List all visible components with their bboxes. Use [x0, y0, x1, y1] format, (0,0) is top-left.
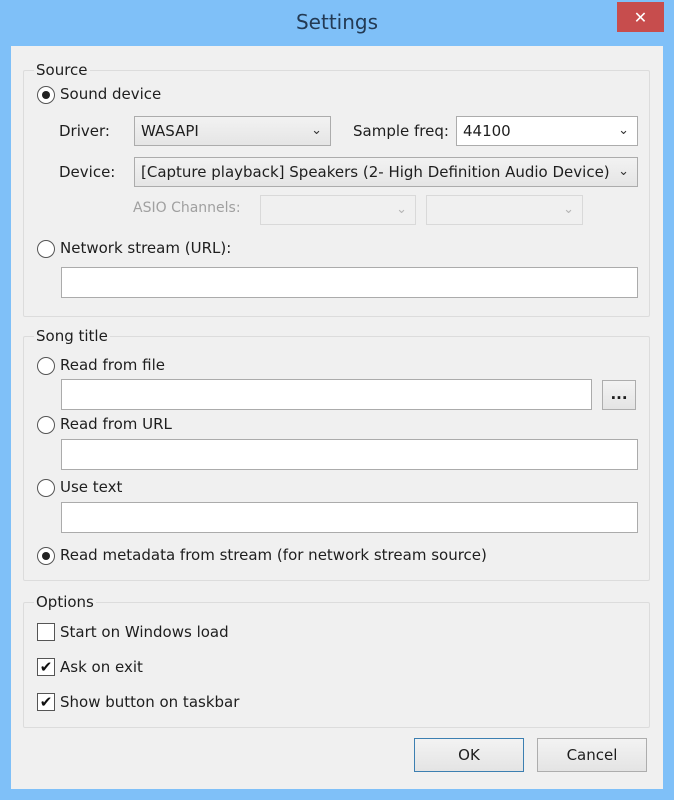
title-bar[interactable]: Settings ✕	[0, 0, 674, 46]
ask-on-exit-checkbox[interactable]: ✔	[37, 658, 55, 676]
driver-select[interactable]: WASAPI ⌄	[134, 116, 331, 146]
show-button-on-taskbar-checkbox[interactable]: ✔	[37, 693, 55, 711]
sample-freq-label: Sample freq:	[353, 122, 449, 140]
use-text-input[interactable]	[61, 502, 638, 533]
driver-label: Driver:	[59, 122, 110, 140]
ok-button[interactable]: OK	[414, 738, 524, 772]
driver-value: WASAPI	[141, 122, 199, 140]
read-from-file-radio[interactable]	[37, 357, 55, 375]
start-on-windows-load-checkbox[interactable]	[37, 623, 55, 641]
read-from-url-label[interactable]: Read from URL	[60, 415, 172, 433]
window-title: Settings	[295, 10, 379, 34]
chevron-down-icon: ⌄	[396, 202, 407, 217]
network-stream-url-input[interactable]	[61, 267, 638, 298]
read-metadata-radio[interactable]	[37, 547, 55, 565]
checkmark-icon: ✔	[39, 658, 53, 676]
close-icon: ✕	[633, 7, 648, 27]
ask-on-exit-label[interactable]: Ask on exit	[60, 658, 143, 676]
asio-channel-left-select: ⌄	[260, 195, 416, 225]
read-metadata-label[interactable]: Read metadata from stream (for network s…	[60, 546, 487, 564]
sound-device-label[interactable]: Sound device	[60, 85, 161, 103]
chevron-down-icon: ⌄	[311, 123, 322, 138]
read-from-file-input[interactable]	[61, 379, 592, 410]
chevron-down-icon: ⌄	[563, 202, 574, 217]
start-on-windows-load-label[interactable]: Start on Windows load	[60, 623, 229, 641]
device-value: [Capture playback] Speakers (2- High Def…	[141, 163, 610, 181]
read-from-url-input[interactable]	[61, 439, 638, 470]
cancel-button[interactable]: Cancel	[537, 738, 647, 772]
asio-channels-label: ASIO Channels:	[133, 200, 241, 216]
device-label: Device:	[59, 163, 116, 181]
chevron-down-icon: ⌄	[618, 123, 629, 138]
use-text-radio[interactable]	[37, 479, 55, 497]
sample-freq-select[interactable]: 44100 ⌄	[456, 116, 638, 146]
sound-device-radio[interactable]	[37, 86, 55, 104]
song-title-group-label: Song title	[34, 327, 110, 345]
chevron-down-icon: ⌄	[618, 164, 629, 179]
browse-button[interactable]: ...	[602, 380, 636, 410]
read-from-url-radio[interactable]	[37, 416, 55, 434]
source-group-label: Source	[34, 61, 90, 79]
network-stream-label[interactable]: Network stream (URL):	[60, 239, 231, 257]
options-group-label: Options	[34, 593, 96, 611]
use-text-label[interactable]: Use text	[60, 478, 122, 496]
show-button-on-taskbar-label[interactable]: Show button on taskbar	[60, 693, 239, 711]
network-stream-radio[interactable]	[37, 240, 55, 258]
sample-freq-value: 44100	[463, 122, 511, 140]
read-from-file-label[interactable]: Read from file	[60, 356, 165, 374]
device-select[interactable]: [Capture playback] Speakers (2- High Def…	[134, 157, 638, 187]
dialog-body: Source Sound device Driver: WASAPI ⌄ Sam…	[11, 46, 663, 789]
settings-dialog: Settings ✕ Source Sound device Driver: W…	[0, 0, 674, 800]
close-button[interactable]: ✕	[617, 2, 664, 32]
checkmark-icon: ✔	[39, 693, 53, 711]
asio-channel-right-select: ⌄	[426, 195, 583, 225]
